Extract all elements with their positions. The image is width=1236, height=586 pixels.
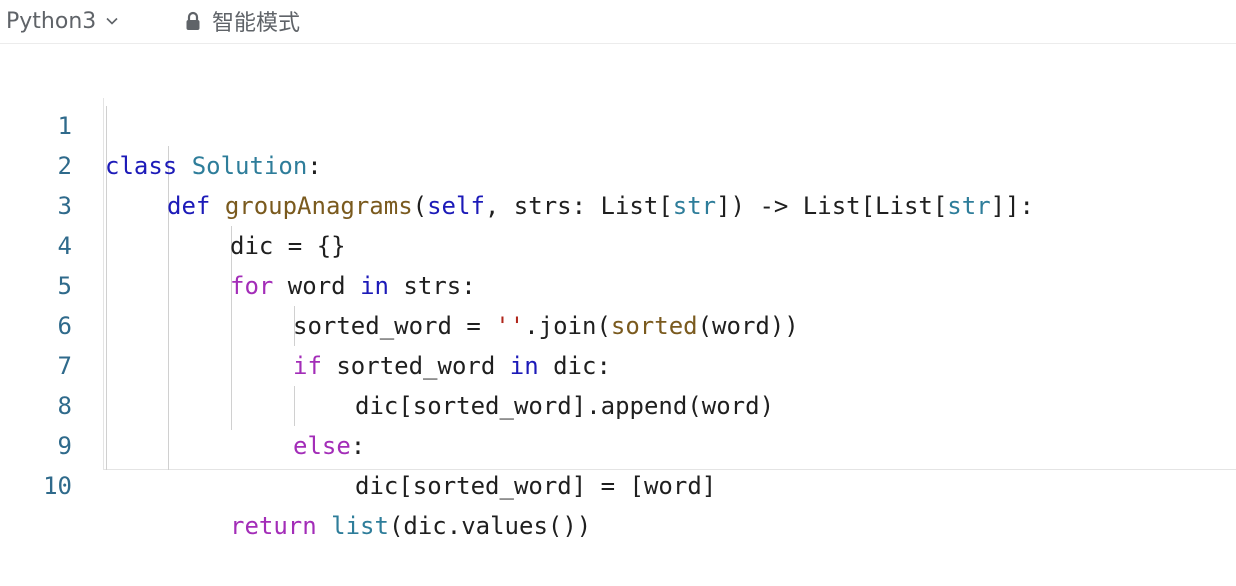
code-line: 10 return list(dic.values()) [0, 426, 1236, 540]
lock-icon [186, 11, 200, 30]
mode-label: 智能模式 [212, 11, 301, 36]
code-line: 3 dic = {} [0, 146, 1236, 260]
code-line: 8 else: [0, 346, 1236, 460]
code-editor[interactable]: 1 class Solution: 2 def groupAnagrams(se… [0, 64, 1236, 540]
code-text[interactable]: dic[sorted_word] = [word] [355, 466, 716, 506]
code-line: 2 def groupAnagrams(self, strs: List[str… [0, 106, 1236, 220]
code-line: 4 for word in strs: [0, 186, 1236, 300]
code-line: 7 dic[sorted_word].append(word) [0, 306, 1236, 420]
code-line: 6 if sorted_word in dic: [0, 266, 1236, 380]
language-select[interactable]: Python3 [6, 6, 118, 36]
code-line: 9 dic[sorted_word] = [word] [0, 386, 1236, 500]
language-label: Python3 [6, 8, 97, 34]
editor-mode[interactable]: 智能模式 [184, 6, 300, 36]
code-line: 5 sorted_word = ''.join(sorted(word)) [0, 226, 1236, 340]
code-text[interactable]: return list(dic.values()) [230, 506, 591, 546]
chevron-down-icon [106, 17, 118, 25]
line-number: 10 [43, 472, 72, 500]
code-line: 1 class Solution: [0, 66, 1236, 180]
editor-toolbar: Python3 智能模式 [0, 0, 1236, 44]
